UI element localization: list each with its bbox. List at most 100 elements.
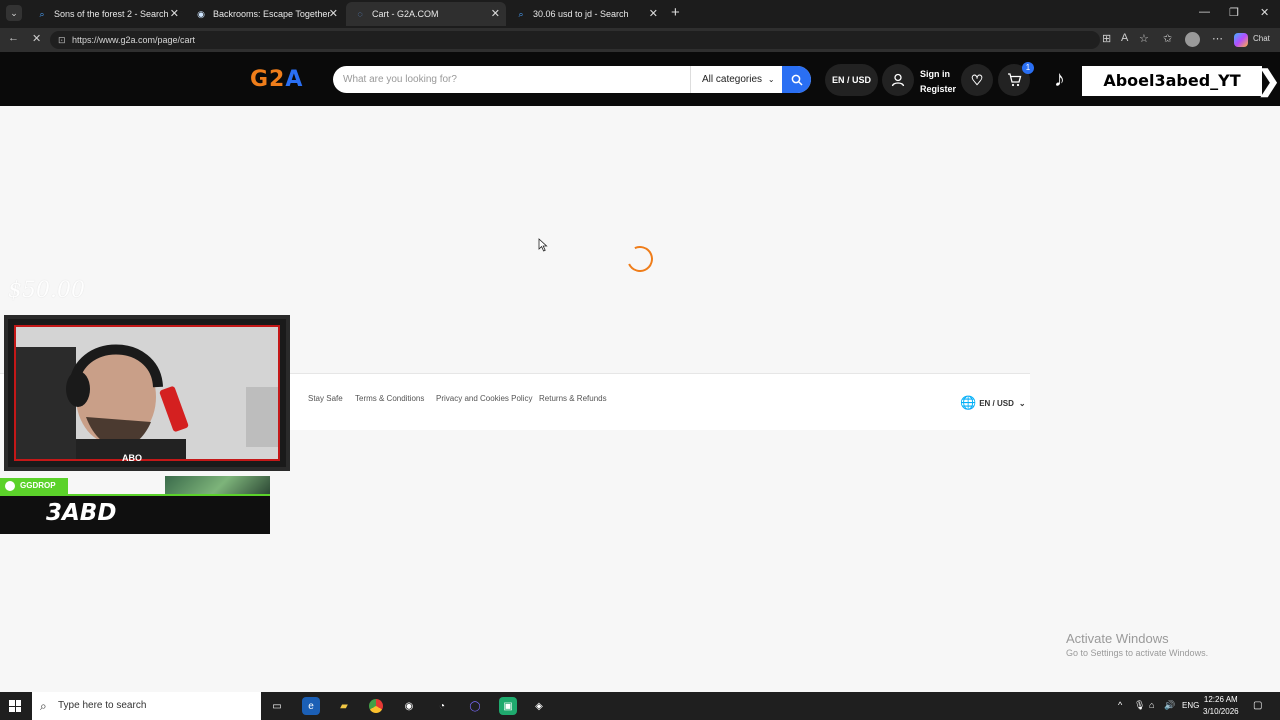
edge-browser-icon[interactable]: e	[302, 697, 320, 715]
ggdrop-badge: GGDROP	[0, 478, 68, 494]
register-link[interactable]: Register	[920, 82, 956, 97]
app-icon-gauge[interactable]: ◔	[433, 697, 451, 715]
footer-link-terms[interactable]: Terms & Conditions	[355, 394, 424, 403]
browser-toolbar: ← ✕ ⊡ https://www.g2a.com/page/cart ⊞ A …	[0, 28, 1280, 52]
activate-windows-subtitle: Go to Settings to activate Windows.	[1066, 648, 1209, 658]
category-dropdown[interactable]: All categories ⌄	[690, 66, 782, 93]
windows-start-icon[interactable]	[9, 700, 21, 712]
chevron-right-icon: ❯	[1257, 65, 1280, 96]
read-aloud-icon[interactable]: A	[1121, 32, 1128, 44]
sign-in-register[interactable]: Sign in Register	[920, 67, 956, 97]
g2a-logo[interactable]: G2A	[250, 67, 303, 92]
microphone-icon[interactable]: 🎙	[1134, 700, 1145, 711]
webcam-brand-label: ABO	[122, 453, 142, 463]
app-icon-green[interactable]: ▣	[499, 697, 517, 715]
tab-list-chevron-icon[interactable]: ⌄	[6, 5, 22, 21]
user-account-button[interactable]	[882, 64, 914, 96]
file-explorer-icon[interactable]: ▰	[335, 697, 353, 715]
app-icon-circle[interactable]: ◯	[466, 697, 484, 715]
search-button[interactable]	[782, 66, 811, 93]
minimize-icon[interactable]: —	[1199, 6, 1210, 18]
volume-icon[interactable]: 🔊	[1164, 700, 1175, 711]
taskbar-clock[interactable]: 12:26 AM 3/10/2026	[1203, 694, 1239, 718]
url-text: https://www.g2a.com/page/cart	[72, 35, 196, 45]
chrome-icon[interactable]	[367, 697, 385, 715]
ggdrop-card	[0, 494, 270, 534]
chat-button[interactable]: Chat	[1253, 34, 1270, 43]
locale-button[interactable]: EN / USD	[825, 64, 878, 96]
tab-backrooms[interactable]: ◉ Backrooms: Escape Together on St ✕	[187, 2, 344, 26]
tray-chevron-up-icon[interactable]: ^	[1118, 700, 1122, 710]
footer-language-select[interactable]: 🌐 EN / USD ⌄	[960, 395, 1026, 411]
favorite-star-icon[interactable]: ☆	[1139, 32, 1149, 45]
clock-date: 3/10/2026	[1203, 707, 1239, 716]
footer-link-stay-safe[interactable]: Stay Safe	[308, 394, 343, 403]
input-language[interactable]: ENG	[1182, 701, 1199, 710]
close-icon[interactable]: ✕	[170, 7, 179, 20]
locale-label: EN / USD	[831, 75, 871, 85]
mouse-cursor-icon	[538, 238, 548, 252]
tab-label: Sons of the forest 2 - Search	[54, 9, 169, 19]
tiktok-icon: ♪	[1054, 66, 1065, 91]
close-icon[interactable]: ✕	[491, 7, 500, 20]
footer-lang-label: EN / USD	[979, 398, 1014, 408]
window-close-icon[interactable]: ✕	[1260, 6, 1269, 19]
back-arrow-icon[interactable]: ←	[8, 32, 19, 44]
search-input[interactable]	[343, 66, 683, 93]
site-info-icon[interactable]: ⊡	[58, 31, 66, 49]
tab-label: Cart - G2A.COM	[372, 9, 439, 19]
cart-count-badge: 1	[1022, 62, 1034, 74]
tab-sons-of-the-forest[interactable]: ⌕ Sons of the forest 2 - Search ✕	[28, 2, 185, 26]
maximize-icon[interactable]: ❐	[1229, 6, 1239, 19]
tab-label: Backrooms: Escape Together on St	[213, 9, 331, 19]
network-icon[interactable]: ⌂	[1149, 700, 1154, 710]
steam-taskbar-icon[interactable]: ◈	[530, 697, 548, 715]
ggdrop-name: 3ABD	[46, 500, 117, 526]
search-icon	[791, 74, 803, 86]
ggdrop-badge-label: GGDROP	[20, 481, 56, 490]
app-available-icon[interactable]: ⊞	[1102, 32, 1111, 45]
stop-loading-icon[interactable]: ✕	[32, 32, 41, 45]
tab-cart-g2a[interactable]: ◌ Cart - G2A.COM ✕	[346, 2, 506, 26]
tab-label: 30.06 usd to jd - Search	[533, 9, 629, 19]
globe-icon: 🌐	[960, 395, 977, 410]
search-icon: ⌕	[518, 8, 524, 19]
profile-avatar[interactable]	[1185, 32, 1200, 47]
chevron-down-icon: ⌄	[767, 75, 775, 84]
taskbar-search-placeholder: Type here to search	[58, 700, 147, 711]
user-icon	[891, 73, 905, 87]
windows-taskbar: ⌕ Type here to search ▭ e ▰ ◉ ◔ ◯ ▣ ◈ ^ …	[0, 692, 1280, 720]
taskbar-search-box[interactable]: ⌕ Type here to search	[32, 692, 261, 720]
search-bar: All categories ⌄	[333, 66, 811, 93]
sign-in-link[interactable]: Sign in	[920, 67, 956, 82]
category-label: All categories	[702, 74, 763, 85]
more-menu-icon[interactable]: ⋯	[1212, 32, 1223, 45]
app-icon-purple[interactable]: ◉	[400, 697, 418, 715]
search-icon: ⌕	[40, 699, 47, 713]
footer-link-returns[interactable]: Returns & Refunds	[539, 394, 607, 403]
favorites-bar-icon[interactable]: ✩	[1163, 32, 1172, 45]
close-icon[interactable]: ✕	[329, 7, 338, 20]
task-view-icon[interactable]: ▭	[268, 697, 286, 715]
tab-usd-to-jd[interactable]: ⌕ 30.06 usd to jd - Search ✕	[507, 2, 664, 26]
heart-icon: ♡	[970, 71, 984, 88]
new-tab-plus-icon[interactable]: +	[671, 4, 680, 21]
footer-link-privacy[interactable]: Privacy and Cookies Policy	[436, 394, 532, 403]
search-icon: ⌕	[39, 8, 45, 19]
copilot-icon[interactable]	[1234, 33, 1248, 47]
cart-icon	[1007, 73, 1021, 87]
tiktok-handle-banner: Aboel3abed_YT	[1082, 66, 1262, 96]
webcam-feed	[14, 325, 280, 461]
activate-windows-title: Activate Windows	[1066, 631, 1169, 646]
ggdrop-logo-icon	[5, 481, 15, 491]
loading-icon: ◌	[357, 9, 363, 19]
browser-tab-strip: ⌄ ⌕ Sons of the forest 2 - Search ✕ ◉ Ba…	[0, 0, 1280, 28]
overlay-price-text: $50.00	[8, 278, 85, 303]
close-icon[interactable]: ✕	[649, 7, 658, 20]
address-bar[interactable]: ⊡ https://www.g2a.com/page/cart	[50, 31, 1100, 49]
loading-spinner	[623, 242, 657, 276]
webcam-overlay	[4, 315, 290, 471]
clock-time: 12:26 AM	[1203, 695, 1238, 704]
notification-icon[interactable]: ▢	[1253, 700, 1262, 711]
wishlist-button[interactable]: ♡	[961, 64, 993, 96]
